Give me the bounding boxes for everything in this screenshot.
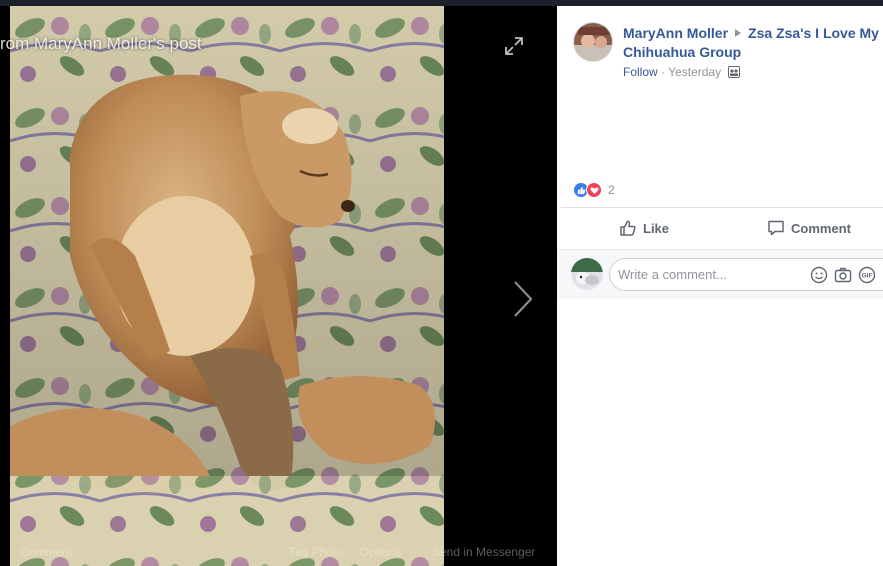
expand-icon[interactable]: [504, 36, 524, 61]
reaction-summary[interactable]: 2: [573, 181, 615, 199]
author-name[interactable]: MaryAnn Moller: [623, 25, 728, 41]
heart-icon: [586, 182, 602, 198]
gif-icon[interactable]: GIF: [858, 266, 876, 289]
post-header: MaryAnn Moller Zsa Zsa's I Love My Chihua…: [623, 24, 883, 62]
follow-link[interactable]: Follow: [623, 65, 658, 79]
panel-top-strip: [557, 0, 883, 6]
comment-input[interactable]: Write a comment... GIF: [609, 258, 883, 291]
comment-composer: Write a comment... GIF: [557, 249, 883, 299]
post-photo[interactable]: [10, 6, 444, 566]
emoji-icon[interactable]: [810, 266, 828, 289]
chevron-right-icon[interactable]: [512, 280, 534, 323]
caret-right-icon: [735, 29, 742, 37]
options-action[interactable]: Options: [360, 545, 401, 559]
divider: [561, 207, 883, 208]
send-in-messenger-action[interactable]: Send in Messenger: [432, 545, 535, 559]
photo-comment-action[interactable]: Comment: [20, 545, 72, 559]
composer-icons: GIF: [810, 266, 876, 289]
group-audience-icon: [728, 66, 741, 81]
svg-text:GIF: GIF: [862, 273, 873, 280]
post-panel: MaryAnn Moller Zsa Zsa's I Love My Chihua…: [557, 0, 883, 566]
comment-placeholder: Write a comment...: [618, 267, 727, 282]
author-avatar[interactable]: [573, 22, 613, 62]
photo-viewer: rom MaryAnn Moller's post Comment Tag Ph…: [0, 0, 557, 566]
tag-photo-action[interactable]: Tag Photo: [289, 545, 343, 559]
camera-icon[interactable]: [834, 266, 852, 289]
photo-action-bar: Comment Tag Photo Options Send in Messen…: [0, 536, 557, 566]
speech-bubble-icon: [768, 220, 784, 236]
like-label: Like: [643, 220, 670, 236]
like-button[interactable]: Like: [619, 216, 669, 240]
comment-label: Comment: [791, 220, 851, 236]
post-timestamp[interactable]: Yesterday: [668, 65, 721, 79]
comment-button[interactable]: Comment: [767, 216, 851, 240]
viewer-avatar: [571, 258, 603, 290]
thumbs-up-icon: [620, 220, 636, 236]
reaction-count[interactable]: 2: [608, 183, 615, 197]
photo-source-label[interactable]: rom MaryAnn Moller's post: [0, 34, 202, 54]
post-meta: Follow · Yesterday: [623, 65, 741, 81]
